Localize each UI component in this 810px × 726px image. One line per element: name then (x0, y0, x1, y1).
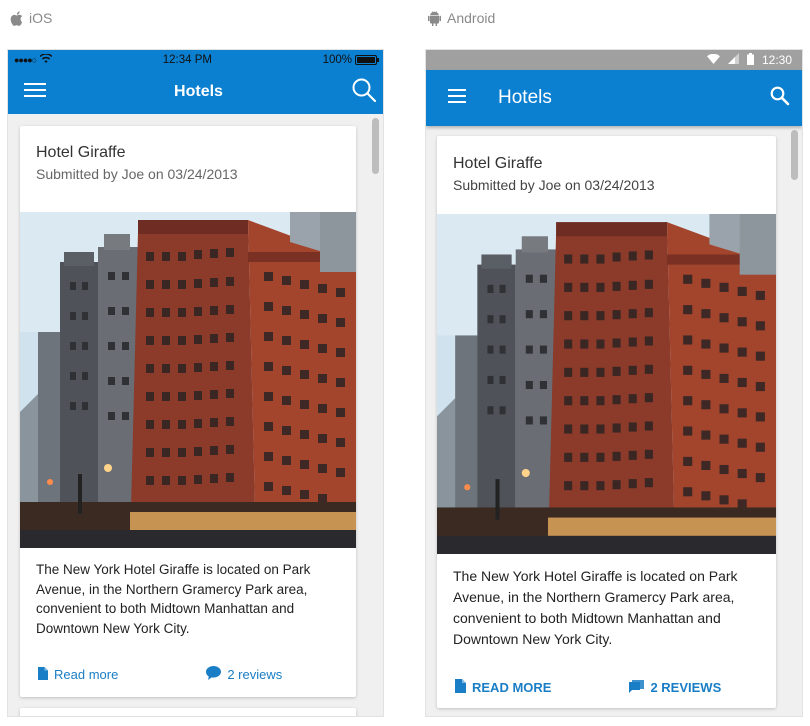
read-more-label: Read more (54, 667, 119, 682)
ios-scrollbar[interactable] (372, 118, 379, 174)
hotel-submitted-by: Submitted by Joe on 03/24/2013 (453, 177, 655, 193)
cell-signal-icon (727, 53, 739, 67)
android-status-time: 12:30 (761, 53, 792, 67)
android-robot-icon (428, 10, 441, 26)
reviews-icon (629, 679, 645, 696)
ios-platform-label: iOS (10, 10, 52, 26)
read-more-link[interactable]: Read more (38, 666, 119, 683)
reviews-label: 2 REVIEWS (650, 680, 722, 695)
ios-page-title: Hotels (174, 83, 223, 100)
battery-icon (355, 55, 379, 65)
hotel-card: Hotel Giraffe Submitted by Joe on 03/24/… (437, 136, 776, 708)
android-page-title: Hotels (498, 87, 552, 108)
android-platform-label: Android (428, 10, 495, 26)
read-more-label: READ MORE (472, 680, 552, 695)
signal-dots-icon: ●●●●○ (14, 55, 37, 65)
ios-status-time: 12:34 PM (162, 54, 212, 66)
hotel-title: Hotel Giraffe (36, 144, 126, 161)
ios-nav-bar: Hotels (8, 70, 383, 114)
hotel-description: The New York Hotel Giraffe is located on… (36, 562, 311, 636)
search-icon[interactable] (770, 86, 790, 111)
ios-header: ●●●●○ 12:34 PM 100% Hotels (8, 50, 383, 114)
apple-icon (10, 10, 23, 26)
next-hotel-card (20, 708, 356, 716)
reviews-label: 2 reviews (227, 667, 283, 682)
hotel-description: The New York Hotel Giraffe is located on… (453, 568, 738, 647)
read-more-button[interactable]: READ MORE (455, 679, 551, 696)
android-scrollbar[interactable] (791, 130, 798, 180)
ios-label-text: iOS (29, 10, 53, 26)
android-app-bar: Hotels (426, 70, 802, 126)
wifi-icon (706, 53, 720, 67)
hotel-submitted-by: Submitted by Joe on 03/24/2013 (36, 166, 238, 182)
android-phone-frame: 12:30 Hotels Hotel Giraffe Submitted by … (426, 50, 802, 716)
ios-hotel-list[interactable]: Hotel Giraffe Submitted by Joe on 03/24/… (8, 114, 383, 716)
hotel-photo (437, 214, 776, 554)
android-status-bar: 12:30 (426, 50, 802, 70)
hotel-card: Hotel Giraffe Submitted by Joe on 03/24/… (20, 126, 356, 697)
hamburger-menu-icon[interactable] (448, 88, 466, 108)
android-hotel-list[interactable]: Hotel Giraffe Submitted by Joe on 03/24/… (426, 126, 802, 716)
chat-bubble-icon (206, 666, 222, 683)
android-label-text: Android (447, 10, 496, 26)
wifi-icon (39, 53, 53, 66)
document-icon (455, 679, 466, 696)
ios-battery-percent: 100% (322, 54, 352, 66)
battery-icon (746, 52, 754, 68)
search-icon[interactable] (351, 77, 377, 108)
document-icon (38, 666, 48, 683)
reviews-button[interactable]: 2 REVIEWS (629, 679, 722, 696)
reviews-link[interactable]: 2 reviews (206, 666, 282, 683)
hotel-title: Hotel Giraffe (453, 155, 543, 172)
ios-status-bar: ●●●●○ 12:34 PM 100% (8, 50, 383, 70)
hotel-photo (20, 212, 356, 548)
ios-phone-frame: ●●●●○ 12:34 PM 100% Hotels Hotel Giraffe… (8, 50, 383, 716)
hamburger-menu-icon[interactable] (24, 82, 46, 103)
